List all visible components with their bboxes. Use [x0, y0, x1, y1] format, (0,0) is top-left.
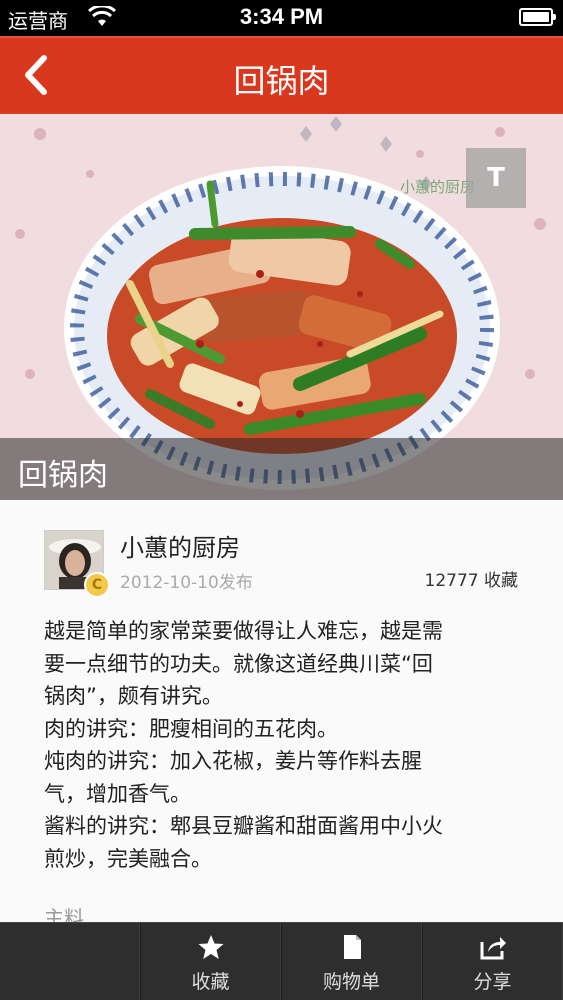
tab-label: 分享: [473, 971, 512, 993]
tab-label: 收藏: [191, 971, 230, 993]
page-title: 回锅肉: [233, 62, 330, 100]
hero-caption: 回锅肉: [18, 458, 108, 493]
chevron-left-icon: [25, 55, 47, 95]
document-icon: [343, 935, 361, 959]
recipe-description: 越是简单的家常菜要做得让人难忘，越是需 要一点细节的功夫。就像这道经典川菜“回 …: [44, 615, 524, 875]
back-button[interactable]: [14, 50, 58, 100]
favorites-count: 12777 收藏: [424, 571, 518, 591]
tab-share[interactable]: 分享: [422, 923, 563, 1000]
author-section: C 小蕙的厨房 2012-10-10发布 12777 收藏: [0, 500, 563, 600]
hero-caption-bar: 回锅肉: [0, 438, 563, 500]
tab-label: 购物单: [322, 971, 380, 993]
watermark-text: 小蕙的厨房: [400, 178, 476, 196]
bottom-tab-bar: 收藏 购物单 分享: [0, 922, 563, 1000]
description-paragraph: 肉的讲究：肥瘦相间的五花肉。: [44, 716, 338, 741]
battery-icon: [519, 8, 556, 26]
clock: 3:34 PM: [239, 4, 324, 29]
tab-shopping-list[interactable]: 购物单: [281, 923, 422, 1000]
navigation-bar: 回锅肉: [0, 36, 563, 114]
author-name[interactable]: 小蕙的厨房: [120, 528, 240, 563]
author-badge: C: [84, 572, 110, 598]
tab-empty: [0, 923, 140, 1000]
recipe-hero-image: 小蕙的厨房 T 回锅肉: [0, 114, 563, 500]
description-paragraph: 炖肉的讲究：加入花椒，姜片等作料去腥 气，增加香气。: [44, 749, 422, 806]
tab-favorite[interactable]: 收藏: [140, 923, 281, 1000]
share-icon: [480, 937, 506, 960]
text-toggle-button[interactable]: T: [466, 148, 526, 208]
publish-date: 2012-10-10发布: [120, 573, 253, 593]
status-bar: 运营商 3:34 PM: [0, 0, 563, 36]
description-paragraph: 越是简单的家常菜要做得让人难忘，越是需 要一点细节的功夫。就像这道经典川菜“回 …: [44, 619, 443, 708]
star-icon: [198, 935, 223, 959]
description-paragraph: 酱料的讲究：郫县豆瓣酱和甜面酱用中小火 煎炒，完美融合。: [44, 814, 443, 871]
